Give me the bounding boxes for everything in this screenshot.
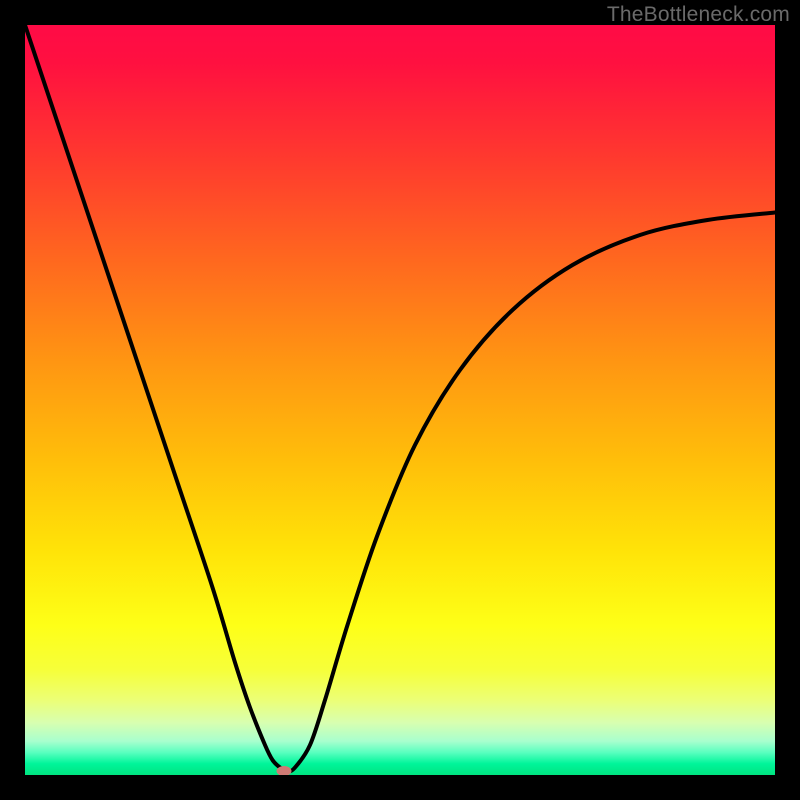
chart-frame: TheBottleneck.com [0, 0, 800, 800]
plot-area [25, 25, 775, 775]
bottleneck-curve [25, 25, 775, 775]
attribution-label: TheBottleneck.com [607, 3, 790, 27]
optimal-point-marker [276, 766, 291, 775]
